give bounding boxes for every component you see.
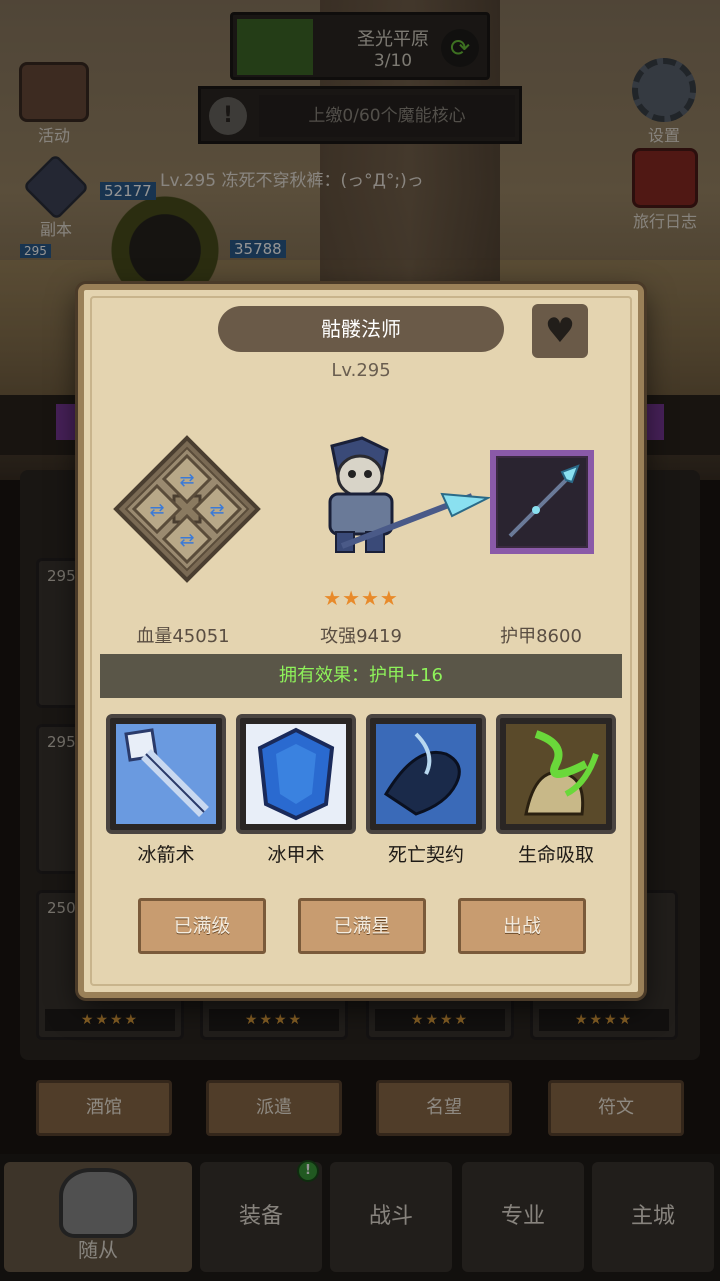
life-drain-icon: [506, 724, 606, 824]
hero-detail-modal: 骷髅法师 ♥ Lv.295 ⇄ ⇄ ⇄ ⇄ ★★★★ 血量45051 攻强941…: [78, 284, 644, 998]
rune-slot-icon[interactable]: ⇄ ⇄ ⇄ ⇄: [112, 434, 262, 584]
ice-armor-icon: [246, 724, 346, 824]
skill-frame: [366, 714, 486, 834]
skill-name: 生命吸取: [517, 844, 594, 866]
skill-ice-armor[interactable]: 冰甲术: [236, 714, 356, 867]
hero-level: Lv.295: [331, 360, 391, 381]
death-pact-icon: [376, 724, 476, 824]
max-star-button[interactable]: 已满星: [298, 898, 426, 954]
stat-hp: 血量45051: [136, 626, 230, 647]
stat-armor: 护甲8600: [500, 626, 582, 647]
ice-arrow-icon: [116, 724, 216, 824]
hero-name: 骷髅法师: [218, 306, 504, 352]
owned-effect: 拥有效果：护甲+16: [100, 654, 622, 698]
skill-life-drain[interactable]: 生命吸取: [496, 714, 616, 867]
skill-frame: [236, 714, 356, 834]
hero-stars: ★★★★: [323, 586, 399, 610]
skill-name: 冰甲术: [267, 844, 325, 866]
heart-icon[interactable]: ♥: [532, 304, 588, 358]
skeleton-mage-portrait: [328, 436, 492, 553]
skill-frame: [106, 714, 226, 834]
skill-name: 冰箭术: [137, 844, 195, 866]
deploy-button[interactable]: 出战: [458, 898, 586, 954]
svg-text:⇄: ⇄: [179, 530, 194, 551]
svg-text:⇄: ⇄: [149, 500, 164, 521]
skill-ice-arrow[interactable]: 冰箭术: [106, 714, 226, 867]
svg-text:⇄: ⇄: [209, 500, 224, 521]
max-level-button[interactable]: 已满级: [138, 898, 266, 954]
spear-weapon-icon[interactable]: [490, 450, 594, 554]
skill-name: 死亡契约: [387, 844, 464, 866]
skill-death-pact[interactable]: 死亡契约: [366, 714, 486, 867]
stat-attack: 攻强9419: [320, 626, 402, 647]
svg-text:⇄: ⇄: [179, 470, 194, 491]
skill-frame: [496, 714, 616, 834]
